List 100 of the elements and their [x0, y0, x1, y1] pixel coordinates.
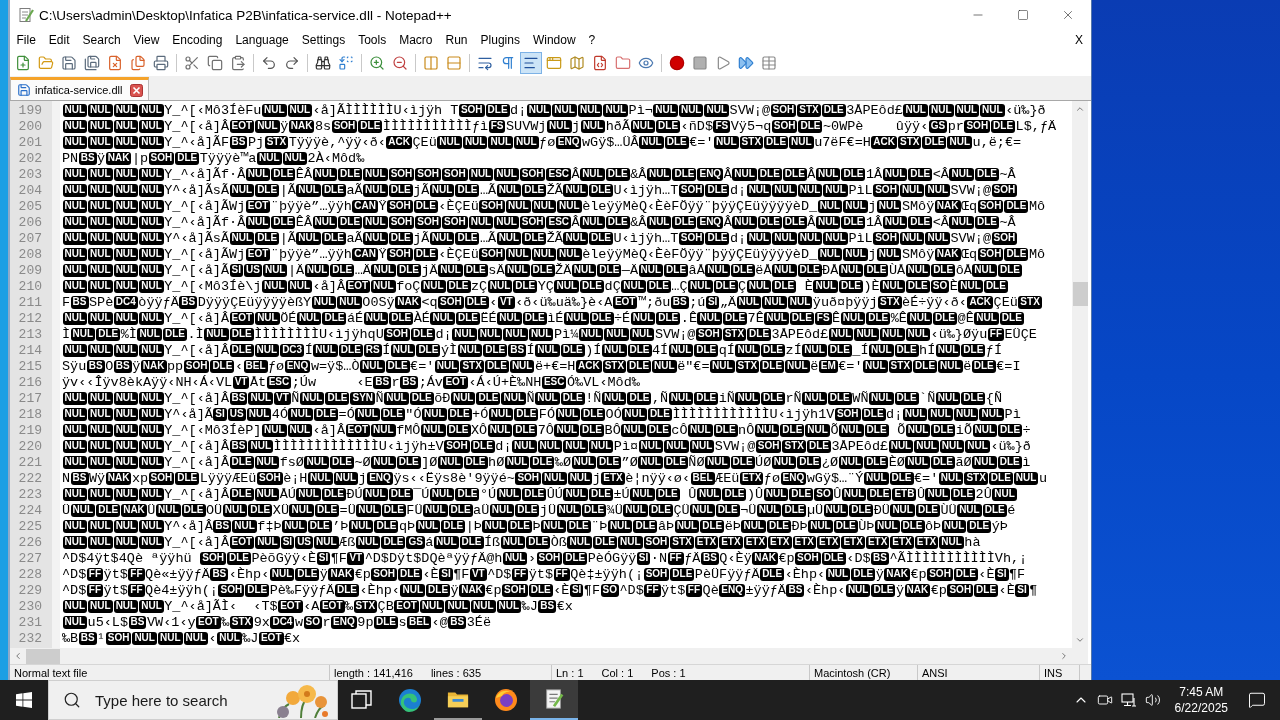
windows-icon[interactable]	[16, 692, 32, 708]
align-left-icon[interactable]	[519, 52, 542, 74]
swirl-icon[interactable]	[398, 688, 422, 712]
control-code-tag: FS	[814, 312, 832, 325]
copy-icon[interactable]	[206, 55, 223, 71]
network-icon[interactable]	[1120, 692, 1137, 708]
menu-item[interactable]: Language	[228, 30, 296, 50]
code-text: OÓ	[605, 407, 622, 422]
vertical-scrollbar[interactable]	[1072, 101, 1088, 648]
table-icon[interactable]	[760, 55, 777, 71]
zoom-out-icon[interactable]	[391, 55, 408, 71]
rows-icon[interactable]	[445, 55, 462, 71]
control-code-tag: BS	[86, 360, 105, 373]
menu-item[interactable]: Macro	[392, 30, 439, 50]
zoom-in-icon[interactable]	[368, 55, 385, 71]
control-code-tag: DLE	[605, 168, 630, 181]
file-plus-icon[interactable]	[14, 55, 31, 71]
notification-icon[interactable]	[1248, 691, 1266, 709]
scroll-left-icon[interactable]	[13, 651, 23, 661]
code-text: Åt	[249, 375, 267, 390]
menu-item[interactable]: Settings	[295, 30, 352, 50]
control-code-tag: NUL	[903, 104, 928, 117]
scissors-icon[interactable]	[183, 55, 200, 71]
clipboard-icon[interactable]	[229, 55, 246, 71]
files-icon[interactable]	[129, 55, 146, 71]
camera-icon[interactable]	[1096, 692, 1113, 708]
control-code-tag: NUL	[756, 504, 782, 517]
globe-icon[interactable]	[494, 688, 518, 712]
scroll-up-icon[interactable]	[1075, 104, 1085, 114]
code-text: 3Éë	[466, 615, 491, 630]
clock-date[interactable]: 6/22/2025	[1174, 700, 1228, 716]
menu-item[interactable]: File	[10, 30, 43, 50]
control-code-tag: DLE	[229, 456, 254, 469]
file-x-icon[interactable]	[106, 55, 123, 71]
horizontal-scrollbar[interactable]	[10, 648, 1072, 664]
control-code-tag: NUL	[313, 344, 338, 357]
control-code-tag: NUL	[705, 456, 730, 469]
scroll-down-icon[interactable]	[1075, 635, 1085, 645]
window-icon[interactable]	[545, 55, 562, 71]
stop-icon[interactable]	[691, 55, 708, 71]
control-code-tag: NUL	[445, 600, 470, 613]
menu-item[interactable]: ?	[582, 30, 602, 50]
control-code-tag: DLE	[463, 456, 488, 469]
speaker-icon[interactable]	[1144, 692, 1161, 708]
menu-item[interactable]: Edit	[42, 30, 77, 50]
close-icon[interactable]	[1061, 8, 1075, 22]
code-text: PèÜFÿÿƒÄ	[694, 567, 760, 582]
notepad-icon[interactable]	[530, 680, 578, 720]
control-code-tag: DLE	[515, 504, 540, 517]
binoculars-icon[interactable]	[314, 55, 331, 71]
close-document-button[interactable]: X	[1073, 33, 1085, 47]
menu-item[interactable]: Search	[76, 30, 128, 50]
control-code-tag: DLE	[761, 392, 785, 405]
menu-item[interactable]: Tools	[351, 30, 393, 50]
control-code-tag: NUL	[113, 312, 139, 325]
control-code-tag: DLE	[456, 312, 480, 325]
control-code-tag: DLE	[381, 504, 406, 517]
search-bar[interactable]: Type here to search	[48, 680, 338, 720]
menu-item[interactable]: Run	[439, 30, 475, 50]
control-code-tag: NUL	[62, 232, 88, 245]
control-code-tag: DLE	[483, 344, 508, 357]
scroll-right-icon[interactable]	[1059, 651, 1069, 661]
wrap-text-icon[interactable]	[476, 55, 493, 71]
record-icon[interactable]	[668, 55, 685, 71]
line-number: 224	[17, 503, 43, 519]
control-code-tag: NUL	[139, 280, 164, 293]
eye-icon[interactable]	[637, 55, 654, 71]
file-code-icon[interactable]	[591, 55, 608, 71]
control-code-tag: DLE	[513, 424, 538, 437]
control-code-tag: NUL	[746, 184, 772, 197]
search-input[interactable]: Type here to search	[93, 690, 263, 710]
control-code-tag: NUL	[254, 344, 280, 357]
menu-item[interactable]: Window	[526, 30, 583, 50]
maximize-icon[interactable]	[1017, 9, 1029, 21]
code-text: Y_^[‹Mô3ÍèFu	[164, 103, 262, 118]
scrollbar-thumb[interactable]	[1072, 282, 1088, 306]
task-view-icon[interactable]	[350, 688, 374, 712]
close-icon[interactable]	[130, 83, 144, 97]
control-code-tag: NUL	[139, 200, 164, 213]
folder-open-icon[interactable]	[37, 55, 54, 71]
menu-item[interactable]: Plugins	[474, 30, 527, 50]
control-code-tag: DLE	[389, 312, 414, 325]
menu-item[interactable]: Encoding	[165, 30, 229, 50]
control-code-tag: NUL	[563, 440, 588, 453]
scrollbar-thumb[interactable]	[26, 648, 60, 664]
menu-item[interactable]: View	[127, 30, 166, 50]
code-text: ‹å]Â	[312, 423, 345, 438]
clock-time[interactable]: 7:45 AM	[1179, 684, 1224, 700]
undo-icon[interactable]	[260, 55, 277, 71]
control-code-tag: BS	[210, 568, 229, 581]
redo-icon[interactable]	[283, 55, 300, 71]
map-icon[interactable]	[568, 55, 585, 71]
replace-icon[interactable]	[337, 55, 354, 71]
document-tab[interactable]: infatica-service.dll	[10, 77, 150, 100]
columns-icon[interactable]	[422, 55, 439, 71]
fast-forward-icon[interactable]	[737, 55, 754, 71]
control-code-tag: BS	[229, 392, 248, 405]
control-code-tag: EOT	[229, 312, 255, 325]
floppy-stack-icon[interactable]	[83, 55, 100, 71]
printer-icon[interactable]	[152, 55, 169, 71]
